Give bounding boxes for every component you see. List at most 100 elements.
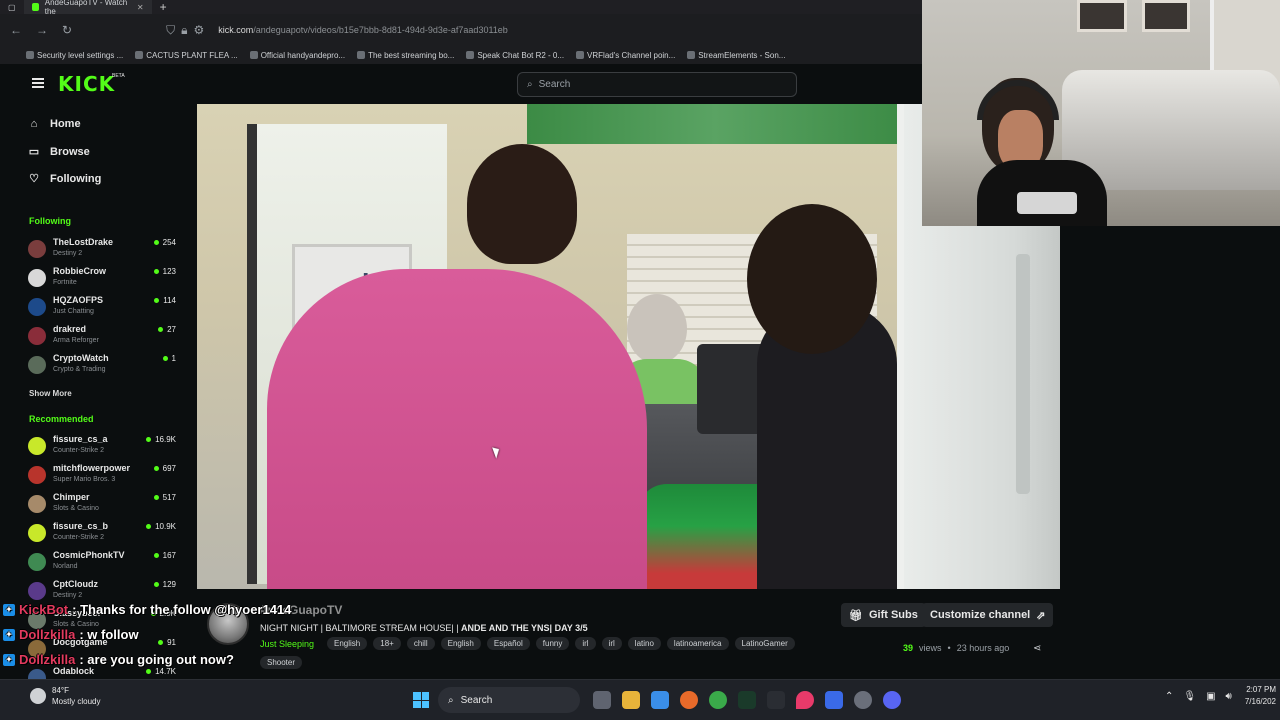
firefox-icon[interactable] [680, 691, 698, 709]
gift-icon: 🎁︎ [849, 609, 863, 622]
settings-icon[interactable] [854, 691, 872, 709]
bookmark-item[interactable]: CACTUS PLANT FLEA ... [135, 51, 238, 60]
following-channel[interactable]: RobbieCrow Fortnite 123 [28, 266, 178, 292]
recommended-channel[interactable]: mitchflowerpower Super Mario Bros. 3 697 [28, 463, 178, 489]
app-icon[interactable] [825, 691, 843, 709]
nav-following[interactable]: ♡ Following [28, 172, 101, 186]
reload-icon[interactable]: ↻ [62, 23, 72, 37]
tag[interactable]: funny [535, 637, 570, 650]
tag[interactable]: irl [601, 637, 622, 650]
globe-icon [249, 51, 258, 59]
chat-message: ✦ Dollzkilla : w follow [3, 627, 139, 642]
live-dot-icon [146, 524, 152, 529]
video-scene-person [267, 269, 647, 589]
url-path: /andeguapotv/videos/b15e7bbb-8d81-494d-9… [253, 25, 508, 35]
tab-list-button[interactable]: ▢ [0, 0, 24, 14]
system-clock[interactable]: 2:07 PM 7/16/202 [1244, 684, 1276, 708]
store-icon[interactable] [651, 691, 669, 709]
chat-username: KickBot [19, 602, 69, 617]
nav-browse[interactable]: ▭ Browse [28, 145, 90, 159]
tag[interactable]: Español [486, 637, 530, 650]
weather-widget[interactable]: 84°F Mostly cloudy [30, 685, 100, 707]
discord-icon[interactable] [883, 691, 901, 709]
search-icon: ⌕ [527, 79, 533, 90]
avatar [28, 327, 46, 345]
chrome-icon[interactable] [709, 691, 727, 709]
search-input[interactable]: ⌕ Search [517, 72, 797, 97]
recommended-channel[interactable]: Chimper Slots & Casino 517 [28, 492, 178, 518]
show-more-button[interactable]: Show More [29, 389, 72, 398]
kick-logo[interactable]: KICK [58, 72, 115, 96]
avatar [28, 553, 46, 571]
following-channel[interactable]: HQZAOFPS Just Chatting 114 [28, 295, 178, 321]
avatar [28, 437, 46, 455]
viewer-count: 254 [153, 238, 176, 247]
tag[interactable]: latinoamerica [666, 637, 729, 650]
avatar [28, 298, 46, 316]
bookmark-item[interactable]: The best streaming bo... [357, 51, 454, 60]
windows-start-icon[interactable] [413, 692, 429, 708]
maps-pin-icon[interactable] [796, 691, 814, 709]
url-field[interactable]: kick.com/andeguapotv/videos/b15e7bbb-8d8… [218, 25, 508, 35]
recommended-channel[interactable]: CosmicPhonkTV Norland 167 [28, 550, 178, 576]
site-info-icon[interactable]: ⚙ [193, 23, 204, 37]
terminal-icon[interactable] [767, 691, 785, 709]
view-count: 39 [903, 643, 914, 653]
bookmark-item[interactable]: Security level settings ... [26, 51, 123, 60]
chat-overlay: ✦ KickBot : Thanks for the follow @hyoer… [0, 600, 470, 672]
recommended-channel[interactable]: fissure_cs_a Counter-Strike 2 16.9K [28, 434, 178, 460]
bookmark-item[interactable]: Official handyandepro... [249, 51, 345, 60]
volume-icon[interactable]: 🔊︎ [1226, 691, 1232, 702]
microphone-icon[interactable]: 🎙︎ [1183, 691, 1196, 702]
bookmark-item[interactable]: VRFlad's Channel poin... [576, 51, 675, 60]
share-icon[interactable]: ⋖ [1033, 643, 1041, 654]
views-label: views [919, 643, 942, 653]
tag[interactable]: LatinoGamer [734, 637, 795, 650]
cloud-icon [30, 688, 46, 704]
browser-tab-active[interactable]: AndeGuapoTV - Watch the ✕ [23, 0, 152, 16]
file-explorer-icon[interactable] [622, 691, 640, 709]
following-channel[interactable]: drakred Arma Reforger 27 [28, 324, 178, 350]
chat-badge-icon: ✦ [3, 653, 15, 666]
viewer-count: 1 [162, 354, 176, 363]
close-tab-icon[interactable]: ✕ [137, 3, 144, 12]
back-arrow-icon[interactable]: ← [10, 23, 22, 37]
video-scene-person [747, 204, 877, 354]
home-icon: ⌂ [30, 118, 38, 130]
following-channel[interactable]: CryptoWatch Crypto & Trading 1 [28, 353, 178, 379]
video-scene-ceiling [527, 104, 904, 144]
task-view-icon[interactable] [593, 691, 611, 709]
temperature: 84°F [52, 686, 69, 695]
avatar [28, 269, 46, 287]
bookmark-item[interactable]: Speak Chat Bot R2 - 0... [466, 51, 564, 60]
live-dot-icon [153, 240, 159, 245]
chevron-up-icon[interactable]: ⌃ [1165, 691, 1173, 702]
following-channel[interactable]: TheLostDrake Destiny 2 254 [28, 237, 178, 263]
tag[interactable]: latino [627, 637, 661, 650]
browser-tabstrip: ▢ AndeGuapoTV - Watch the ✕ + [0, 0, 922, 16]
shirt-graphic [1017, 192, 1077, 214]
live-dot-icon [162, 356, 168, 361]
network-icon[interactable]: ▣ [1206, 691, 1215, 702]
avatar [28, 356, 46, 374]
taskbar-search[interactable]: ⌕ Search [438, 687, 580, 713]
tag[interactable]: irl [575, 637, 596, 650]
chat-message: ✦ KickBot : Thanks for the follow @hyoer… [3, 602, 291, 617]
customize-channel-button[interactable]: Customize channel ⇗ [922, 603, 1054, 627]
bookmark-icon [576, 51, 585, 59]
recommended-channel[interactable]: fissure_cs_b Counter-Strike 2 10.9K [28, 521, 178, 547]
menu-icon[interactable] [32, 78, 44, 88]
bookmark-item[interactable]: StreamElements - Son... [687, 51, 785, 60]
video-player[interactable]: ICE [197, 104, 904, 589]
shield-icon[interactable]: ⛉ [166, 23, 175, 38]
avatar [28, 466, 46, 484]
forward-arrow-icon[interactable]: → [36, 23, 48, 37]
chat-username: Dollzkilla [19, 652, 76, 667]
gift-subs-button[interactable]: 🎁︎ Gift Subs [841, 603, 926, 627]
app-icon[interactable] [738, 691, 756, 709]
lock-icon[interactable]: 🔒︎ [181, 23, 187, 38]
new-tab-button[interactable]: + [152, 0, 175, 14]
nav-home[interactable]: ⌂ Home [28, 118, 81, 130]
chat-badge-icon: ✦ [3, 603, 15, 616]
beta-label: BETA [112, 73, 125, 79]
